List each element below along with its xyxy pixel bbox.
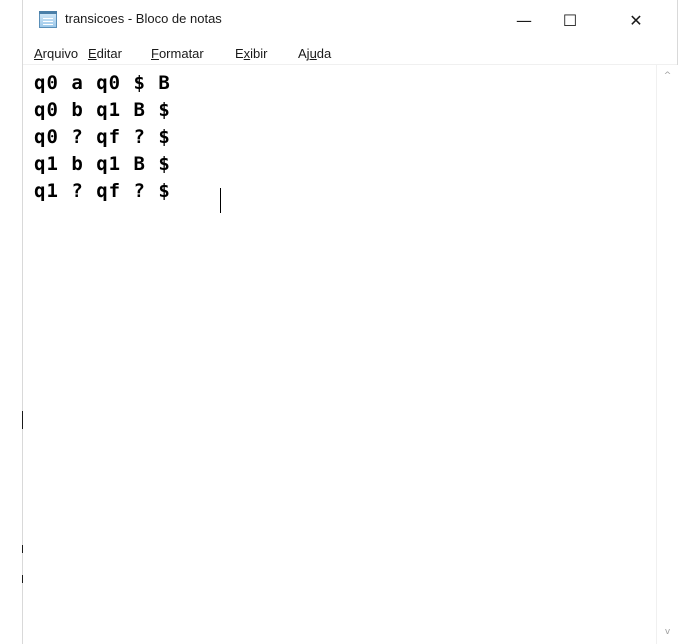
scroll-down-icon[interactable]: v	[657, 623, 678, 640]
vertical-scrollbar[interactable]: ^ v	[656, 65, 678, 644]
scroll-up-icon[interactable]: ^	[657, 67, 678, 84]
menu-editar[interactable]: Editar	[88, 46, 122, 61]
text-editor[interactable]: q0 a q0 $ B q0 b q1 B $ q0 ? qf ? $ q1 b…	[23, 65, 657, 644]
menu-formatar[interactable]: Formatar	[151, 46, 204, 61]
minimize-icon: —	[516, 10, 532, 30]
notepad-icon	[39, 11, 57, 28]
close-icon: ✕	[629, 10, 643, 30]
close-button[interactable]: ✕	[613, 0, 659, 40]
menu-bar: Arquivo Editar Formatar Exibir Ajuda	[23, 44, 677, 65]
text-line: q1 ? qf ? $	[34, 180, 171, 202]
text-line: q0 ? qf ? $	[34, 126, 171, 148]
maximize-icon: ☐	[562, 10, 578, 30]
text-line: q0 b q1 B $	[34, 99, 171, 121]
menu-ajuda[interactable]: Ajuda	[298, 46, 331, 61]
text-line: q1 b q1 B $	[34, 153, 171, 175]
text-caret	[220, 188, 221, 213]
text-line: q0 a q0 $ B	[34, 72, 171, 94]
title-bar[interactable]: transicoes - Bloco de notas — ☐ ✕	[23, 0, 677, 44]
minimize-button[interactable]: —	[501, 0, 547, 40]
menu-arquivo[interactable]: Arquivo	[34, 46, 78, 61]
window-title: transicoes - Bloco de notas	[65, 11, 222, 26]
menu-exibir[interactable]: Exibir	[235, 46, 268, 61]
maximize-button[interactable]: ☐	[547, 0, 593, 40]
